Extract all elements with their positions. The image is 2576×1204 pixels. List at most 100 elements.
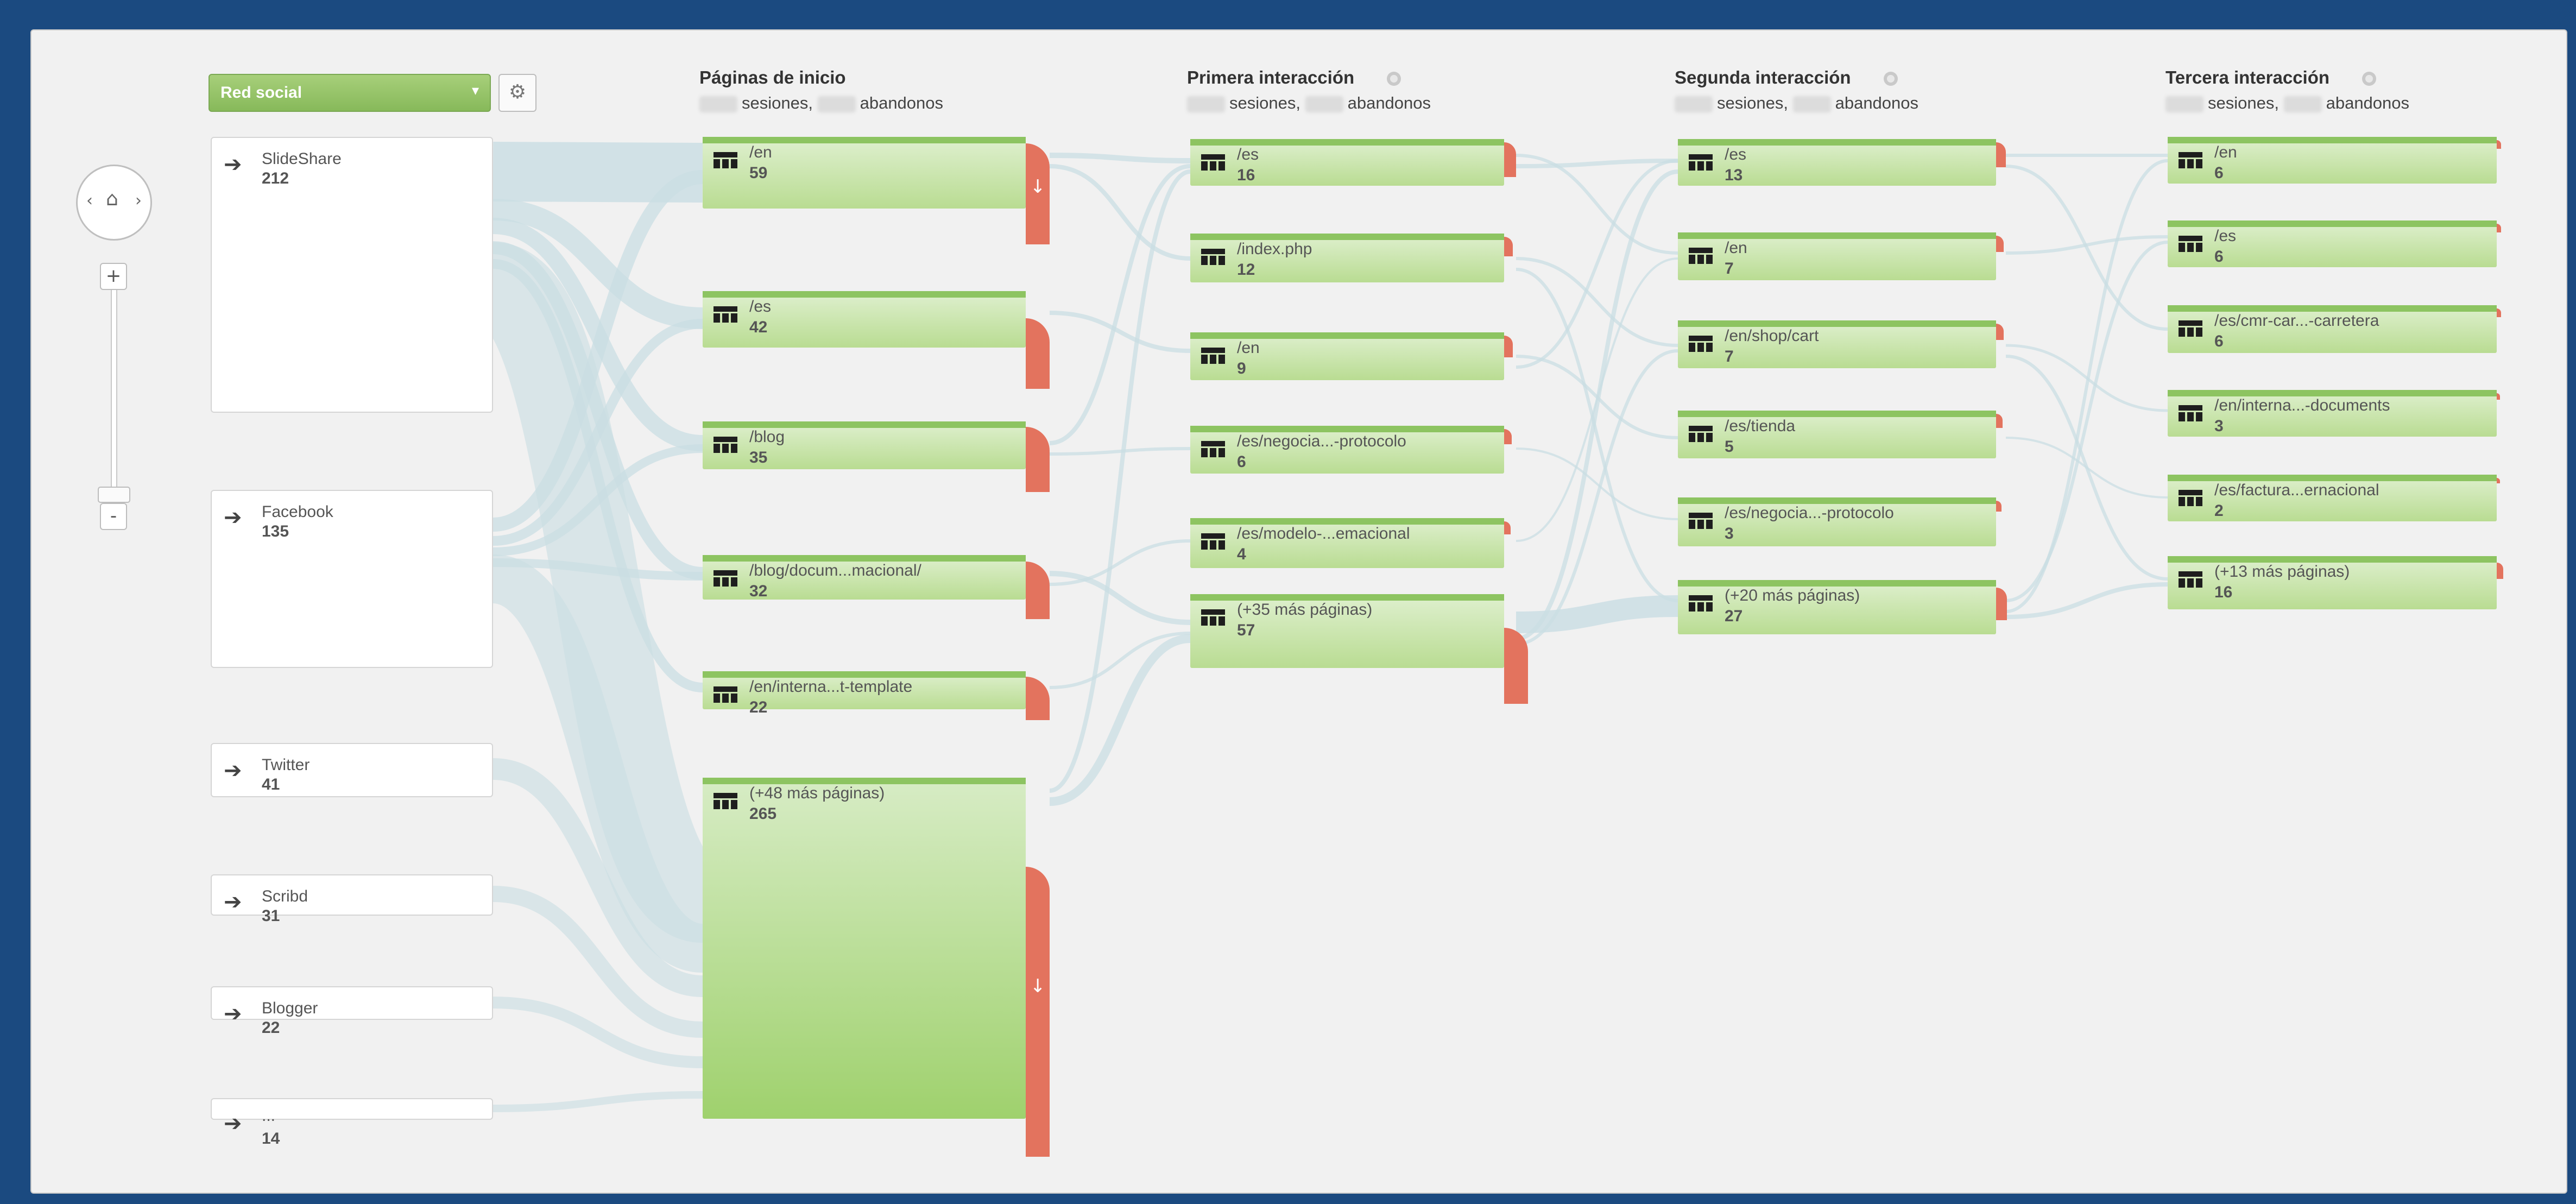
dropoff-bar[interactable] [1504,628,1528,704]
page-name: /es [749,298,772,316]
page-count: 2 [2214,502,2224,520]
page-count: 6 [2214,332,2224,350]
page-name: /es/negocia...-protocolo [1725,504,1894,522]
arrow-right-icon: ➔ [224,505,242,530]
source-node[interactable]: ➔ SlideShare 212 [211,137,493,413]
page-count: 265 [749,805,777,823]
page-node[interactable]: /blog/docum...macional/32 [703,555,1026,600]
flow-link [1049,164,1191,261]
dimension-dropdown[interactable]: Red social ▾ [209,74,491,112]
page-node[interactable]: /es/cmr-car...-carretera 6 [2168,305,2497,353]
flow-link [1049,169,1191,793]
page-node[interactable]: /index.php 12 [1190,234,1504,282]
page-node[interactable]: /es/negocia...-protocolo 3 [1678,497,1996,546]
page-node[interactable]: /es/tienda 5 [1678,411,1996,458]
page-node[interactable]: /es 13 [1678,139,1996,186]
page-icon [1689,248,1713,264]
page-node[interactable]: /en 9 [1190,332,1504,380]
zoom-out-button[interactable]: - [100,503,127,530]
dropoff-bar[interactable]: ↓ [1026,143,1050,244]
chevron-left-icon[interactable]: ‹ [86,191,93,210]
source-node[interactable]: ➔ ... 14 [211,1098,493,1148]
page-node[interactable]: (+13 más páginas) 16 [2168,556,2497,609]
page-count: 35 [749,449,768,467]
pan-control[interactable]: ‹ ⌂ › [76,165,152,241]
page-node[interactable]: /es 42 [703,291,1026,348]
page-count: 57 [1237,621,1255,639]
arrow-right-icon: ➔ [224,1111,242,1136]
page-icon [2179,571,2202,588]
page-count: 16 [2214,583,2233,601]
page-icon [1201,348,1225,364]
source-node[interactable]: ➔ Blogger 22 [211,986,493,1037]
page-icon [1689,426,1713,442]
page-node[interactable]: /es/modelo-...emacional 4 [1190,518,1504,568]
source-name: Blogger [262,999,318,1017]
page-icon [1201,154,1225,171]
page-name: /es/cmr-car...-carretera [2214,312,2379,330]
dropoff-bar[interactable] [1504,142,1516,177]
page-node[interactable]: /blog 35 [703,421,1026,469]
page-count: 9 [1237,360,1246,377]
source-node[interactable]: ➔ Facebook 135 [211,490,493,668]
page-icon [714,437,737,453]
close-icon[interactable] [1883,72,1898,86]
page-name: /en [1725,239,1747,257]
page-name: (+48 más páginas) [749,784,885,802]
arrow-right-icon: ➔ [224,152,242,177]
source-node[interactable]: ➔ Twitter 41 [211,743,493,797]
page-name: /en/shop/cart [1725,327,1819,345]
page-count: 3 [1725,525,1734,543]
sessions-label: sesiones, [2208,93,2279,112]
page-name: /es [2214,227,2237,245]
page-name: /en [749,143,772,161]
page-node[interactable]: /en 6 [2168,137,2497,184]
flow-link [1049,311,1191,353]
dimension-label: Red social [220,84,302,102]
page-name: /es/tienda [1725,417,1796,435]
page-count: 6 [2214,248,2224,266]
zoom-in-button[interactable]: + [100,263,127,290]
home-icon[interactable]: ⌂ [106,188,118,210]
source-count: 22 [262,1019,280,1037]
page-node[interactable]: (+35 más páginas) 57 [1190,594,1504,668]
dropoff-bar[interactable]: ↓ [1026,867,1050,1157]
page-node[interactable]: /es/negocia...-protocolo 6 [1190,426,1504,474]
page-count: 59 [749,164,768,182]
flow-link [1516,257,1678,347]
page-name: (+20 más páginas) [1725,587,1860,604]
zoom-slider-handle[interactable] [98,487,130,503]
column-title: Páginas de inicio [699,67,846,87]
page-node[interactable]: /es 16 [1190,139,1504,186]
page-node[interactable]: /en/shop/cart 7 [1678,320,1996,368]
page-node[interactable]: /en/interna...t-template 22 [703,671,1026,716]
behavior-flow-panel: ‹ ⌂ › + - Red social ▾ ⚙ Páginas de inic… [30,29,2567,1194]
page-node[interactable]: /en 59 [703,137,1026,209]
page-name: /index.php [1237,240,1312,258]
dropoffs-label: abandonos [2326,93,2410,112]
settings-button[interactable]: ⚙ [498,74,536,112]
page-node[interactable]: (+20 más páginas) 27 [1678,580,1996,634]
flow-link [2005,165,2168,331]
page-name: /blog/docum...macional/ [749,562,921,579]
page-node[interactable]: /en/interna...-documents 3 [2168,390,2497,437]
gear-icon: ⚙ [508,81,527,103]
zoom-slider[interactable] [111,269,117,519]
flow-link [1049,634,1191,806]
page-node[interactable]: /es/factura...ernacional 2 [2168,475,2497,521]
dropoff-bar[interactable] [1996,588,2007,620]
arrow-right-icon: ➔ [224,890,242,915]
chevron-right-icon[interactable]: › [135,191,142,210]
flow-link [1049,153,1191,163]
close-icon[interactable] [2362,72,2377,86]
flow-link [493,142,703,203]
source-count: 212 [262,169,289,187]
page-icon [2179,490,2202,506]
column-title: Segunda interacción [1675,67,1851,87]
flow-link [1516,159,1678,168]
page-node[interactable]: (+48 más páginas) 265 [703,778,1026,1119]
page-node[interactable]: /en 7 [1678,232,1996,280]
close-icon[interactable] [1387,72,1401,86]
page-node[interactable]: /es 6 [2168,220,2497,267]
source-node[interactable]: ➔ Scribd 31 [211,874,493,925]
